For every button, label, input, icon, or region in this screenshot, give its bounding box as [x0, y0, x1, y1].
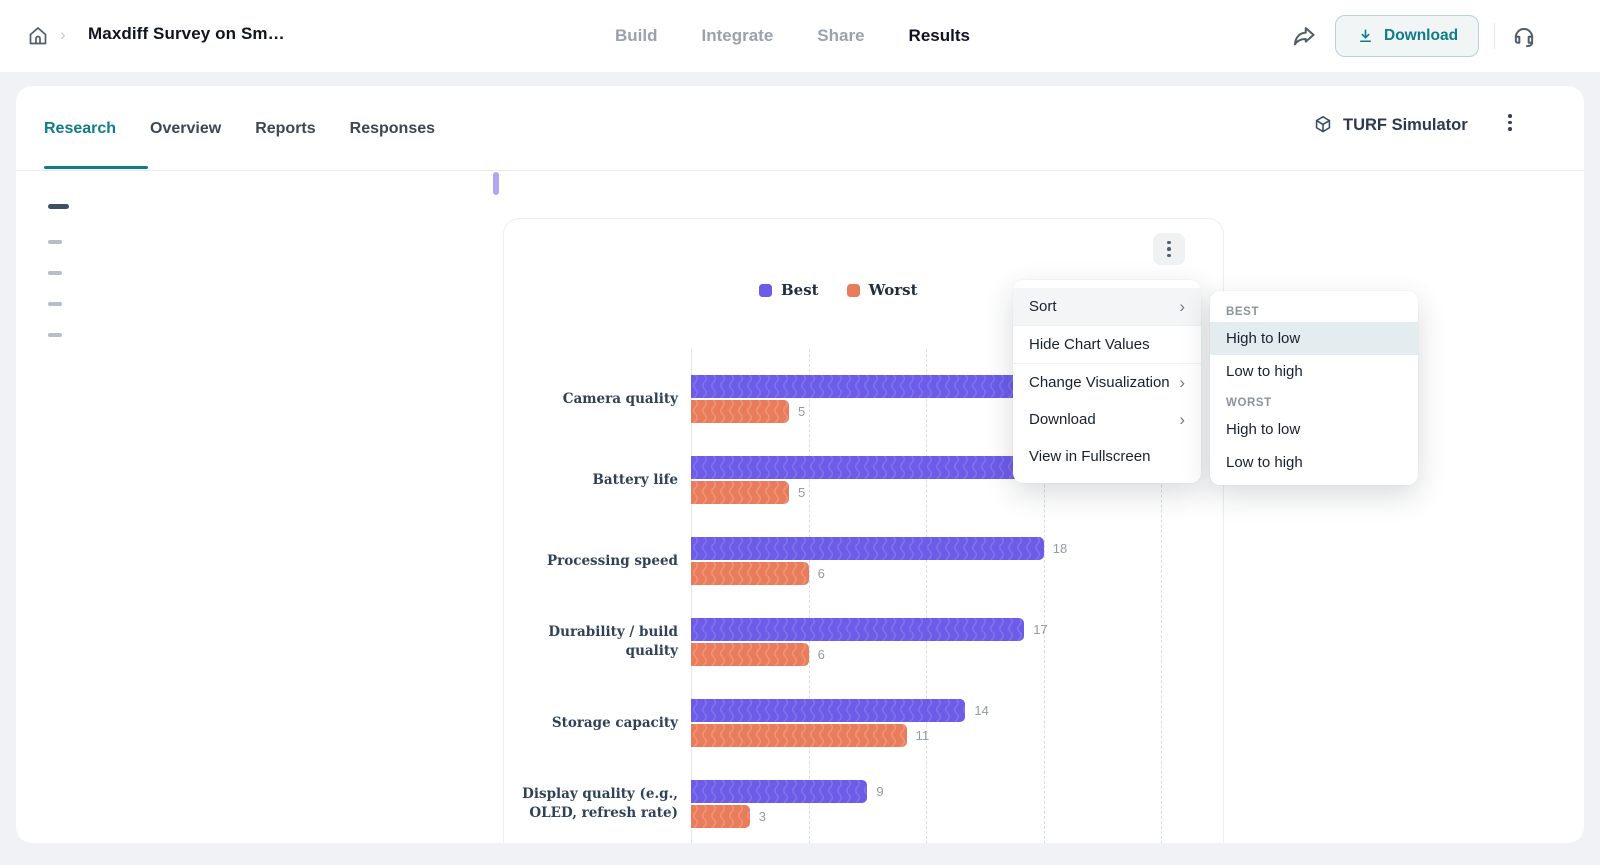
category-label: Storage capacity: [506, 694, 678, 752]
turf-simulator-button[interactable]: TURF Simulator: [1312, 114, 1468, 136]
scrollbar-thumb[interactable]: [493, 172, 499, 195]
bar-worst: [691, 400, 789, 423]
top-header: › Maxdiff Survey on Sm… Build Integrate Sh…: [0, 0, 1600, 72]
value-label: 9: [876, 784, 883, 799]
bar-best: [691, 699, 965, 722]
menu-item-download[interactable]: Download ›: [1013, 401, 1201, 438]
submenu-chevron-icon: ›: [1179, 411, 1185, 428]
turf-simulator-label: TURF Simulator: [1343, 116, 1468, 135]
top-navigation: Build Integrate Share Results: [615, 0, 970, 72]
sort-submenu: BESTHigh to lowLow to highWORSTHigh to l…: [1210, 291, 1418, 485]
menu-item-label: Sort: [1029, 296, 1057, 317]
results-tabs: Research Overview Reports Responses: [44, 108, 435, 150]
legend-item-best[interactable]: Best: [759, 281, 819, 299]
bar-best: [691, 618, 1024, 641]
question-list-item[interactable]: [48, 271, 62, 275]
menu-item-sort[interactable]: Sort ›: [1013, 288, 1201, 325]
value-label: 6: [818, 566, 825, 581]
value-label: 5: [798, 404, 805, 419]
value-label: 17: [1033, 622, 1047, 637]
category-label: Processing speed: [506, 532, 678, 590]
gridline: [809, 349, 810, 843]
nav-share[interactable]: Share: [817, 26, 864, 46]
download-icon: [1356, 27, 1375, 46]
question-list-item[interactable]: [48, 240, 62, 244]
tab-overview[interactable]: Overview: [150, 120, 221, 138]
submenu-section-header: WORST: [1210, 388, 1418, 413]
nav-integrate[interactable]: Integrate: [702, 26, 774, 46]
legend-swatch: [759, 284, 772, 297]
category-label: Battery life: [506, 451, 678, 509]
menu-item-label: Change Visualization: [1029, 372, 1170, 393]
menu-item-label: View in Fullscreen: [1029, 446, 1150, 467]
support-headset-icon[interactable]: [1510, 22, 1538, 50]
header-divider: [1494, 23, 1495, 49]
category-label: Display quality (e.g., OLED, refresh rat…: [506, 775, 678, 833]
sort-option-best-high-to-low[interactable]: High to low: [1210, 322, 1418, 355]
panel-kebab-menu[interactable]: [1504, 110, 1516, 135]
value-label: 11: [916, 728, 930, 743]
submenu-section-header: BEST: [1210, 297, 1418, 322]
category-label: Camera quality: [506, 370, 678, 428]
menu-item-change-visualization[interactable]: Change Visualization ›: [1013, 364, 1201, 401]
menu-item-view-in-fullscreen[interactable]: View in Fullscreen: [1013, 438, 1201, 475]
menu-item-label: Download: [1029, 409, 1096, 430]
bar-best: [691, 780, 867, 803]
value-label: 3: [759, 809, 766, 824]
sort-option-worst-high-to-low[interactable]: High to low: [1210, 413, 1418, 446]
legend-label: Worst: [869, 281, 918, 299]
tab-research[interactable]: Research: [44, 120, 116, 138]
legend-swatch: [847, 284, 860, 297]
share-icon[interactable]: [1290, 22, 1318, 50]
x-axis-line: [691, 349, 692, 843]
bar-worst: [691, 643, 809, 666]
cube-icon: [1312, 114, 1334, 136]
tab-reports[interactable]: Reports: [255, 120, 315, 138]
submenu-chevron-icon: ›: [1179, 298, 1185, 315]
nav-build[interactable]: Build: [615, 26, 658, 46]
download-label: Download: [1384, 27, 1458, 45]
tab-responses[interactable]: Responses: [350, 120, 435, 138]
question-list-item[interactable]: [48, 333, 62, 337]
value-label: 18: [1053, 541, 1067, 556]
menu-item-hide-chart-values[interactable]: Hide Chart Values: [1013, 326, 1201, 363]
submenu-chevron-icon: ›: [1179, 374, 1185, 391]
active-tab-underline: [44, 166, 148, 169]
tabs-divider: [16, 170, 1584, 171]
home-icon[interactable]: [26, 24, 50, 48]
gridline: [926, 349, 927, 843]
nav-results[interactable]: Results: [909, 26, 970, 46]
page: › Maxdiff Survey on Sm… Build Integrate Sh…: [0, 0, 1600, 865]
bar-worst: [691, 724, 907, 747]
legend-item-worst[interactable]: Worst: [847, 281, 918, 299]
value-label: 6: [818, 647, 825, 662]
category-label: Durability / build quality: [506, 613, 678, 671]
menu-item-label: Hide Chart Values: [1029, 334, 1150, 355]
legend-label: Best: [781, 281, 819, 299]
chart-kebab-menu[interactable]: [1153, 233, 1185, 265]
breadcrumb-chevron-icon: ›: [60, 25, 66, 45]
bar-worst: [691, 805, 750, 828]
question-list-item[interactable]: [48, 302, 62, 306]
sort-option-best-low-to-high[interactable]: Low to high: [1210, 355, 1418, 388]
value-label: 5: [798, 485, 805, 500]
bar-worst: [691, 481, 789, 504]
question-list-item-selected[interactable]: [48, 204, 69, 209]
download-button[interactable]: Download: [1335, 15, 1479, 57]
sort-option-worst-low-to-high[interactable]: Low to high: [1210, 446, 1418, 479]
survey-title: Maxdiff Survey on Sm…: [88, 24, 285, 44]
bar-worst: [691, 562, 809, 585]
chart-legend: Best Worst: [759, 281, 918, 299]
value-label: 14: [974, 703, 988, 718]
chart-context-menu: Sort › Hide Chart Values Change Visualizati…: [1013, 280, 1201, 483]
bar-best: [691, 537, 1044, 560]
